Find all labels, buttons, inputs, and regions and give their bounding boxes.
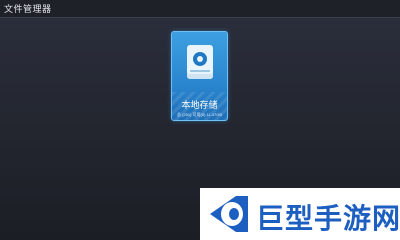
hard-drive-icon [187,45,213,79]
window-title: 文件管理器 [4,4,52,14]
drive-slot [190,70,210,72]
watermark-text: 巨型手游网 [256,202,400,235]
storage-details: 总 (251) 可用(5) 11.47GB [176,112,223,117]
disc-icon [193,52,207,66]
title-bar: 文件管理器 [0,0,400,18]
watermark: 巨型手游网 [200,188,400,240]
storage-label: 本地存储 [181,100,218,110]
watermark-logo-icon [210,196,248,232]
local-storage-tile[interactable]: 本地存储 总 (251) 可用(5) 11.47GB [171,31,228,121]
